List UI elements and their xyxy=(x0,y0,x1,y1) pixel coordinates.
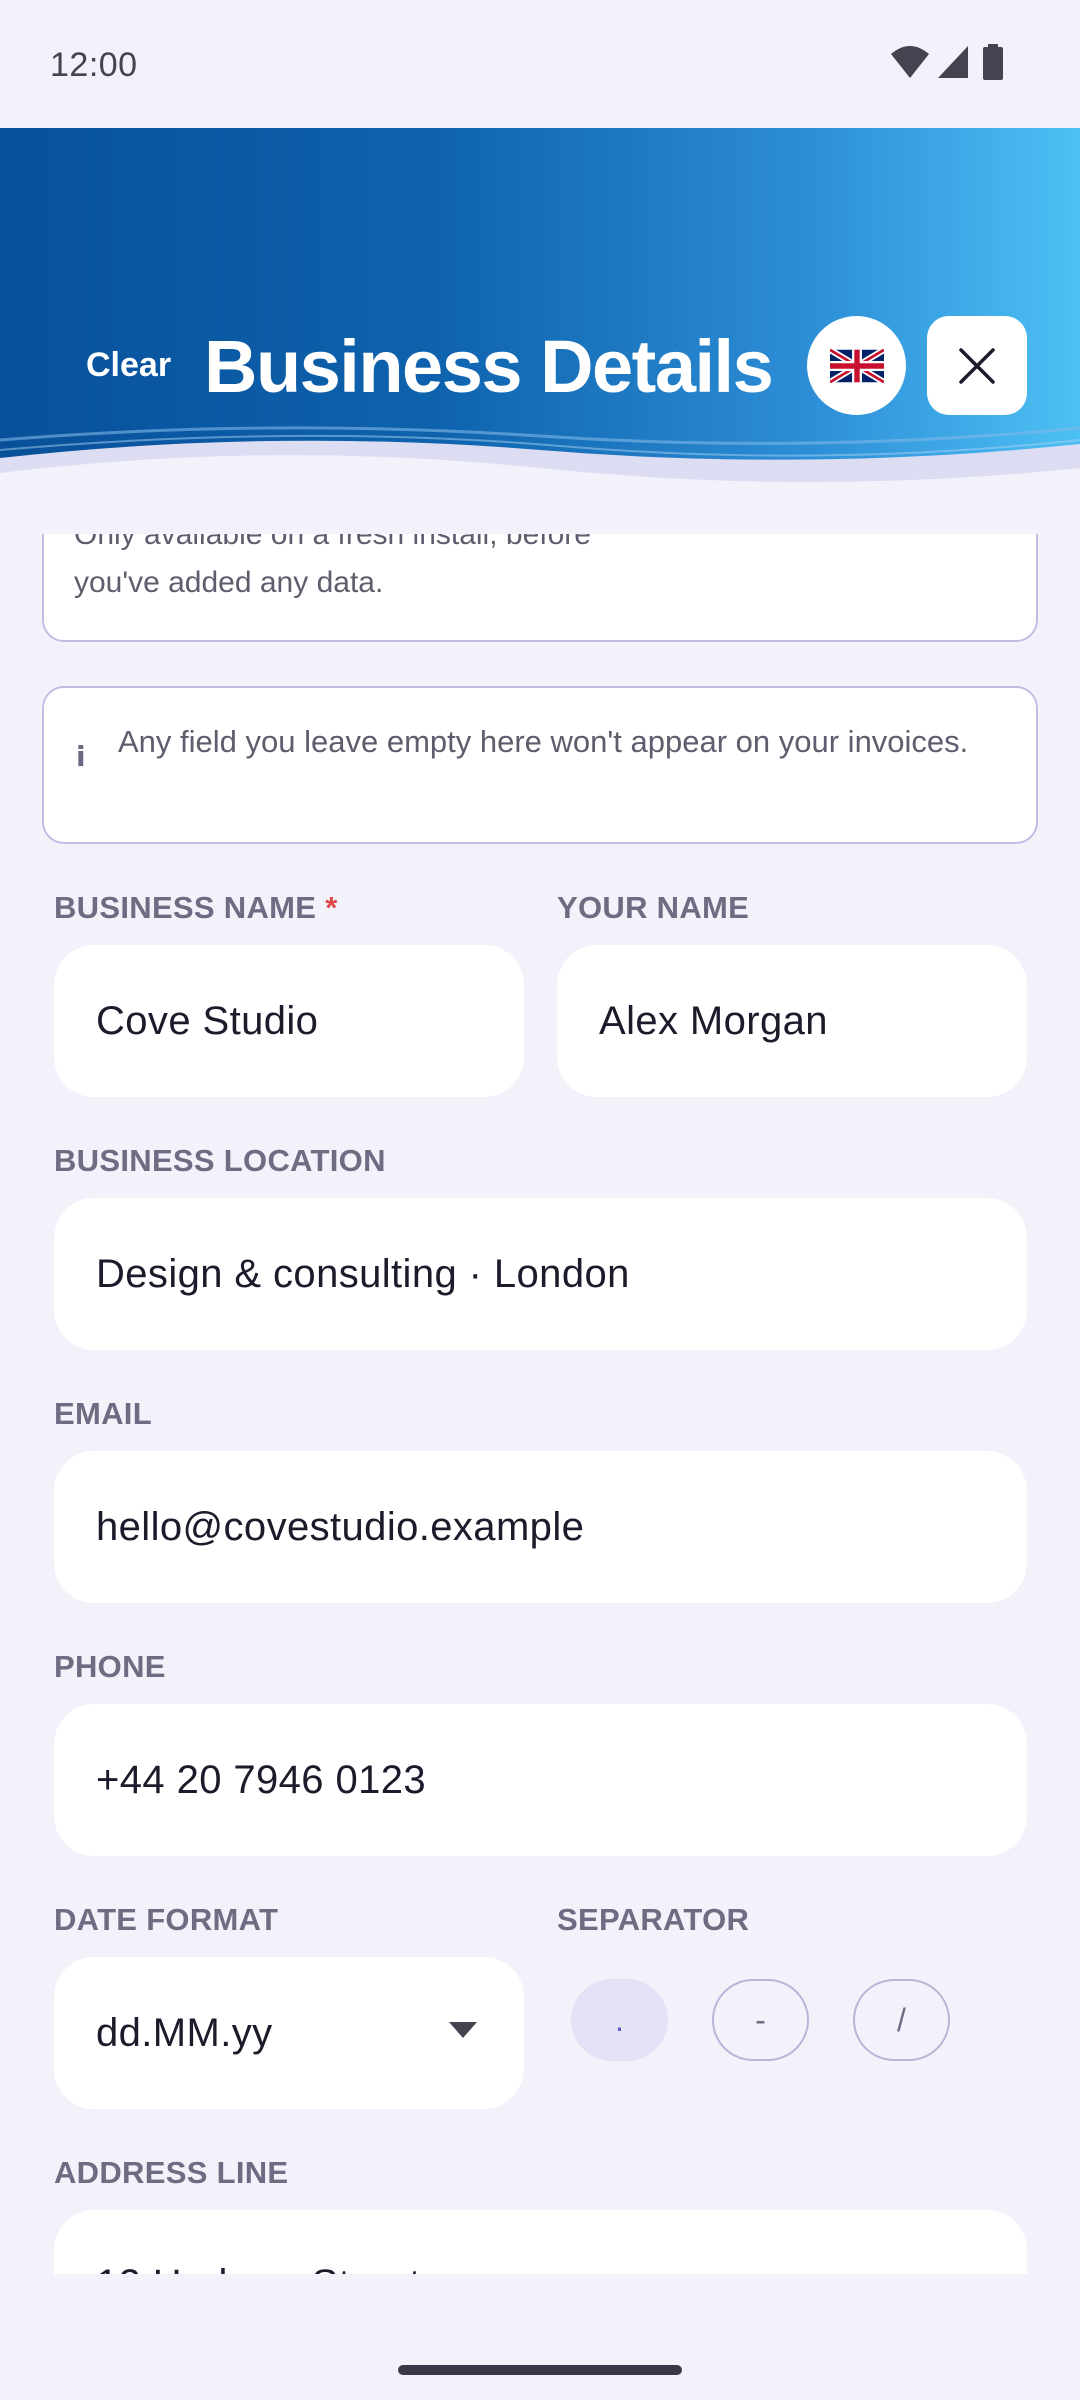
separator-option-dash[interactable]: - xyxy=(712,1979,809,2061)
header-wave-decoration xyxy=(0,426,1080,498)
business-name-field[interactable]: Cove Studio xyxy=(54,945,524,1097)
notice-line-1: Only available on a fresh install, befor… xyxy=(74,534,591,551)
business-location-field[interactable]: Design & consulting · London xyxy=(54,1198,1027,1350)
phone-field[interactable]: +44 20 7946 0123 xyxy=(54,1704,1027,1856)
wifi-icon xyxy=(891,46,929,78)
separator-option-slash[interactable]: / xyxy=(853,1979,950,2061)
status-bar: 12:00 xyxy=(0,0,1080,128)
status-time: 12:00 xyxy=(50,46,138,84)
your-name-label: YOUR NAME xyxy=(557,890,750,925)
notice-line-2: you've added any data. xyxy=(74,566,384,599)
email-label: EMAIL xyxy=(54,1396,152,1431)
page-title: Business Details xyxy=(204,325,774,408)
app-header: Clear Business Details xyxy=(0,128,1080,498)
clear-button[interactable]: Clear xyxy=(86,346,171,385)
close-button[interactable] xyxy=(927,316,1027,415)
phone-label: PHONE xyxy=(54,1649,166,1684)
date-format-dropdown[interactable]: dd.MM.yy xyxy=(54,1957,524,2109)
separator-label: SEPARATOR xyxy=(557,1902,750,1937)
separator-option-dot[interactable]: . xyxy=(571,1979,668,2061)
form-scroll-area[interactable]: Only available on a fresh install, befor… xyxy=(0,534,1080,2274)
home-indicator[interactable] xyxy=(398,2365,682,2375)
cellular-signal-icon xyxy=(938,46,968,78)
required-mark: * xyxy=(325,890,338,925)
info-card: i Any field you leave empty here won't a… xyxy=(42,686,1038,844)
language-button[interactable] xyxy=(807,316,906,415)
info-icon: i xyxy=(76,740,86,773)
date-format-value: dd.MM.yy xyxy=(96,2010,273,2055)
email-field[interactable]: hello@covestudio.example xyxy=(54,1451,1027,1603)
info-text: Any field you leave empty here won't app… xyxy=(118,724,969,759)
your-name-field[interactable]: Alex Morgan xyxy=(557,945,1027,1097)
address-line-label: ADDRESS LINE xyxy=(54,2155,289,2190)
battery-icon xyxy=(983,44,1003,80)
business-name-label: BUSINESS NAME * xyxy=(54,890,338,926)
close-icon xyxy=(959,347,995,384)
business-name-label-text: BUSINESS NAME xyxy=(54,890,317,925)
address-line-field[interactable]: 12 Harbour Street xyxy=(54,2210,1027,2274)
uk-flag-icon xyxy=(829,348,884,383)
business-location-label: BUSINESS LOCATION xyxy=(54,1143,386,1178)
fresh-install-notice-card: Only available on a fresh install, befor… xyxy=(42,534,1038,642)
status-icons xyxy=(890,44,1010,80)
date-format-label: DATE FORMAT xyxy=(54,1902,279,1937)
dropdown-arrow-icon xyxy=(449,2022,477,2038)
